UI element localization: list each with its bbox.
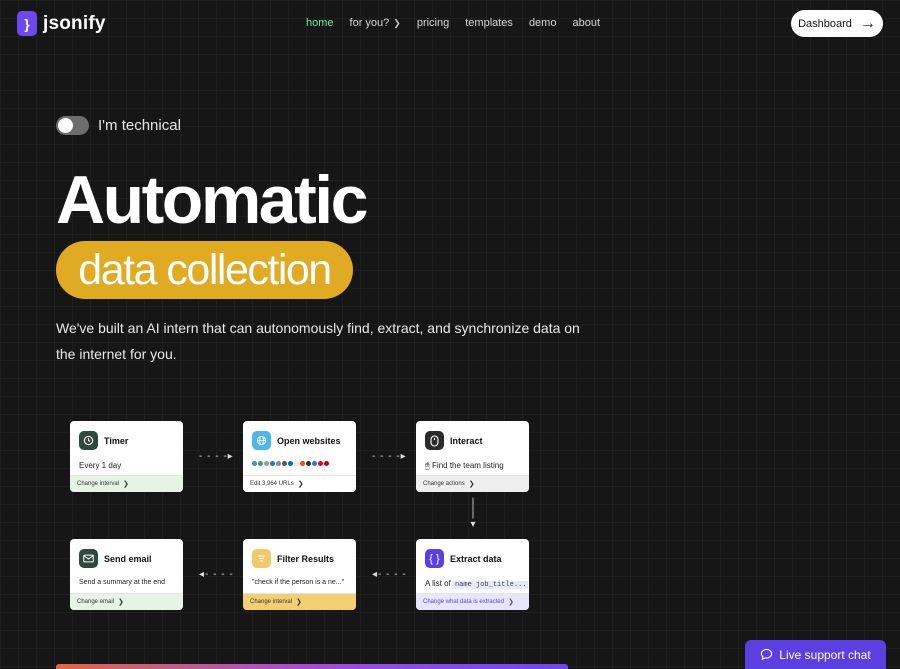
flow-arrow-left-icon: ◂- - - - (199, 569, 234, 580)
logo-mark-icon: } (17, 11, 37, 36)
flow-card-interact[interactable]: Interact 🖰 Find the team listing Change … (416, 421, 529, 492)
chevron-right-icon: ❯ (123, 481, 129, 488)
card-footer-link[interactable]: Change interval ❯ (243, 593, 356, 610)
mouse-icon (425, 431, 444, 450)
card-title: Extract data (450, 553, 502, 564)
brand-name: jsonify (43, 12, 106, 34)
card-footer-link[interactable]: Change actions ❯ (416, 475, 529, 492)
nav-link-pricing[interactable]: pricing (417, 17, 449, 29)
nav-link-for-you[interactable]: for you? ❯ (350, 17, 401, 29)
flow-card-timer[interactable]: Timer Every 1 day Change interval ❯ (70, 421, 183, 492)
hero-highlight-pill: data collection (56, 241, 353, 299)
card-footer-link[interactable]: Change what data is extracted ❯ (416, 593, 529, 610)
card-footer-link[interactable]: Change interval ❯ (70, 475, 183, 492)
card-body: Send a summary at the end (79, 579, 165, 586)
flow-arrow-down-icon: ╵ ╵ ╵ ╵ ▾ (469, 499, 477, 530)
chevron-right-icon: ❯ (118, 599, 124, 606)
arrow-right-icon: → (859, 14, 876, 32)
chevron-right-icon: ❯ (508, 599, 514, 606)
card-body: 🖰 Find the team listing (425, 461, 504, 470)
bottom-gradient-bar (56, 664, 568, 669)
top-nav: } jsonify home for you? ❯ pricing templat… (0, 0, 900, 48)
card-body: "check if the person is a ne..." (252, 579, 345, 586)
dashboard-label: Dashboard (798, 17, 852, 30)
nav-links: home for you? ❯ pricing templates demo ab… (306, 17, 616, 29)
technical-toggle-label: I'm technical (98, 117, 181, 134)
mail-icon (79, 549, 98, 568)
braces-icon: { } (425, 549, 444, 568)
nav-link-about[interactable]: about (572, 17, 600, 29)
clock-icon (79, 431, 98, 450)
live-support-chat-label: Live support chat (779, 647, 871, 662)
card-title: Timer (104, 435, 129, 446)
toggle-knob (58, 118, 73, 133)
live-support-chat-button[interactable]: Live support chat (745, 640, 886, 669)
chat-bubble-icon (761, 648, 773, 661)
nav-link-templates[interactable]: templates (465, 17, 513, 29)
site-favicons (252, 459, 329, 468)
flow-arrow-right-icon: - - - -▸ (372, 451, 407, 462)
card-body: Every 1 day (79, 461, 122, 470)
card-title: Interact (450, 435, 483, 446)
flow-card-send-email[interactable]: Send email Send a summary at the end Cha… (70, 539, 183, 610)
chevron-right-icon: ❯ (296, 599, 302, 606)
card-title: Send email (104, 553, 152, 564)
chevron-right-icon: ❯ (393, 17, 401, 28)
logo[interactable]: } jsonify (17, 11, 106, 36)
nav-link-demo[interactable]: demo (529, 17, 557, 29)
card-footer-link[interactable]: Change email ❯ (70, 593, 183, 610)
hero-subtext: We've built an AI intern that can autono… (56, 320, 580, 362)
technical-toggle-row: I'm technical (56, 116, 181, 135)
flow-card-open-websites[interactable]: Open websites Edit 3,964 URLs ❯ (243, 421, 356, 492)
hero-headline: Automatic (56, 162, 368, 238)
pointer-icon: 🖰 (425, 461, 430, 470)
flow-arrow-left-icon: ◂- - - - (372, 569, 407, 580)
flow-arrow-right-icon: - - - -▸ (199, 451, 234, 462)
chevron-right-icon: ❯ (468, 481, 475, 488)
card-footer-link[interactable]: Edit 3,964 URLs ❯ (243, 475, 356, 492)
card-title: Open websites (277, 435, 341, 446)
card-body: A list of name job_title... (425, 579, 529, 589)
globe-icon (252, 431, 271, 450)
flow-card-filter-results[interactable]: Filter Results "check if the person is a… (243, 539, 356, 610)
filter-icon (252, 549, 271, 568)
technical-toggle[interactable] (56, 116, 89, 135)
chevron-right-icon: ❯ (297, 481, 304, 488)
nav-link-home[interactable]: home (306, 17, 334, 29)
dashboard-button[interactable]: Dashboard → (791, 10, 883, 37)
card-title: Filter Results (277, 553, 335, 564)
flow-card-extract-data[interactable]: { } Extract data A list of name job_titl… (416, 539, 529, 610)
